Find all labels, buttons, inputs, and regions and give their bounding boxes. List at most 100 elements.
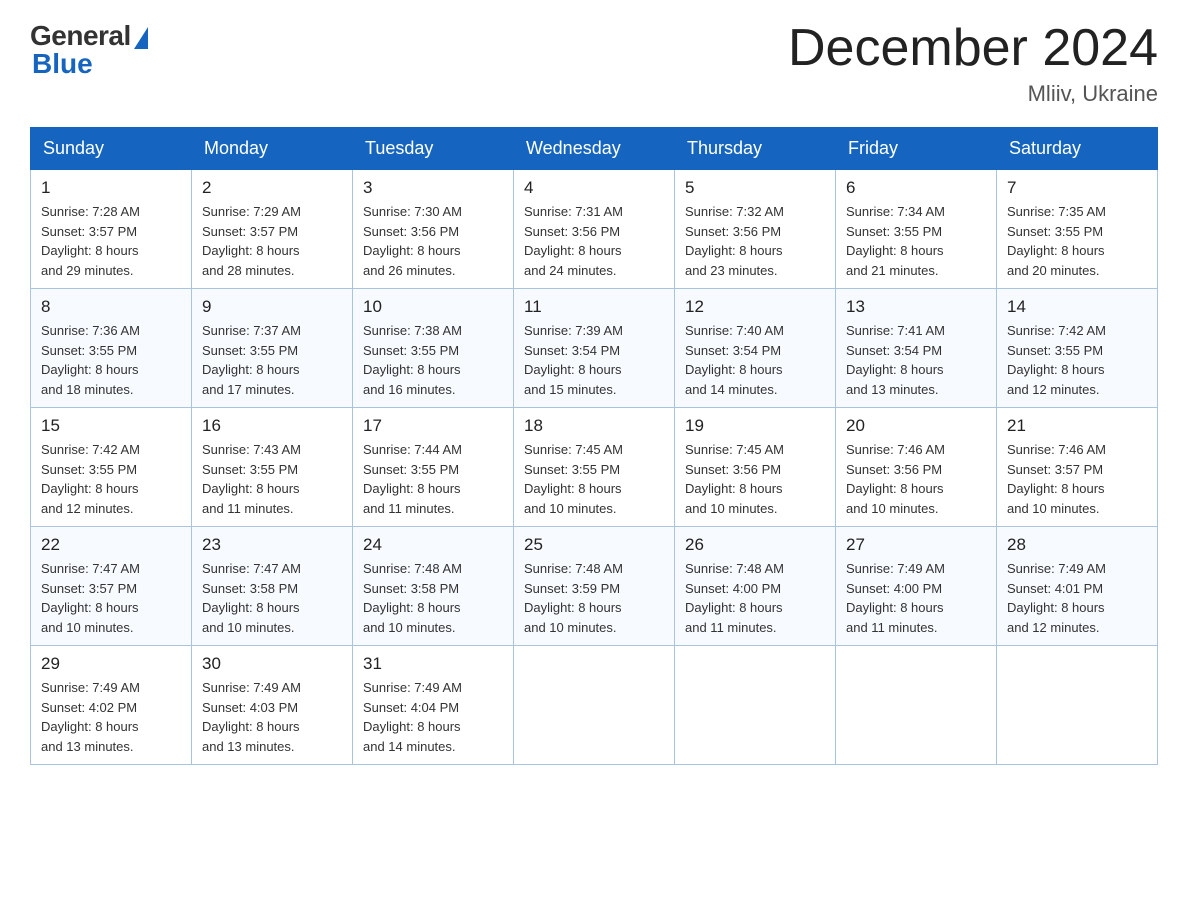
day-number: 3	[363, 178, 503, 198]
calendar-cell: 3 Sunrise: 7:30 AMSunset: 3:56 PMDaylight…	[353, 170, 514, 289]
calendar-cell: 15 Sunrise: 7:42 AMSunset: 3:55 PMDayligh…	[31, 408, 192, 527]
day-info: Sunrise: 7:29 AMSunset: 3:57 PMDaylight:…	[202, 202, 342, 280]
day-number: 24	[363, 535, 503, 555]
calendar-cell: 30 Sunrise: 7:49 AMSunset: 4:03 PMDayligh…	[192, 646, 353, 765]
day-number: 19	[685, 416, 825, 436]
day-number: 9	[202, 297, 342, 317]
day-info: Sunrise: 7:46 AMSunset: 3:57 PMDaylight:…	[1007, 440, 1147, 518]
day-number: 7	[1007, 178, 1147, 198]
calendar-cell: 2 Sunrise: 7:29 AMSunset: 3:57 PMDaylight…	[192, 170, 353, 289]
weekday-header-friday: Friday	[836, 128, 997, 170]
day-info: Sunrise: 7:42 AMSunset: 3:55 PMDaylight:…	[1007, 321, 1147, 399]
calendar-cell: 11Sunrise: 7:39 AMSunset: 3:54 PMDayligh…	[514, 289, 675, 408]
month-title: December 2024	[788, 20, 1158, 77]
calendar-cell: 6Sunrise: 7:34 AMSunset: 3:55 PMDaylight…	[836, 170, 997, 289]
calendar-cell: 7 Sunrise: 7:35 AMSunset: 3:55 PMDaylight…	[997, 170, 1158, 289]
day-info: Sunrise: 7:35 AMSunset: 3:55 PMDaylight:…	[1007, 202, 1147, 280]
calendar-cell	[997, 646, 1158, 765]
day-info: Sunrise: 7:49 AMSunset: 4:00 PMDaylight:…	[846, 559, 986, 637]
day-number: 21	[1007, 416, 1147, 436]
location-title: Mliiv, Ukraine	[788, 81, 1158, 107]
calendar-cell: 9 Sunrise: 7:37 AMSunset: 3:55 PMDaylight…	[192, 289, 353, 408]
calendar-cell: 14Sunrise: 7:42 AMSunset: 3:55 PMDayligh…	[997, 289, 1158, 408]
logo: General Blue	[30, 20, 148, 80]
calendar-week-2: 8 Sunrise: 7:36 AMSunset: 3:55 PMDaylight…	[31, 289, 1158, 408]
calendar-cell: 18 Sunrise: 7:45 AMSunset: 3:55 PMDayligh…	[514, 408, 675, 527]
weekday-header-thursday: Thursday	[675, 128, 836, 170]
day-number: 12	[685, 297, 825, 317]
calendar-cell	[514, 646, 675, 765]
day-info: Sunrise: 7:38 AMSunset: 3:55 PMDaylight:…	[363, 321, 503, 399]
day-info: Sunrise: 7:41 AMSunset: 3:54 PMDaylight:…	[846, 321, 986, 399]
calendar-cell: 24 Sunrise: 7:48 AMSunset: 3:58 PMDayligh…	[353, 527, 514, 646]
day-number: 10	[363, 297, 503, 317]
calendar-cell: 5Sunrise: 7:32 AMSunset: 3:56 PMDaylight…	[675, 170, 836, 289]
page-header: General Blue December 2024 Mliiv, Ukrain…	[30, 20, 1158, 107]
day-info: Sunrise: 7:36 AMSunset: 3:55 PMDaylight:…	[41, 321, 181, 399]
day-number: 17	[363, 416, 503, 436]
day-info: Sunrise: 7:42 AMSunset: 3:55 PMDaylight:…	[41, 440, 181, 518]
weekday-header-monday: Monday	[192, 128, 353, 170]
day-info: Sunrise: 7:32 AMSunset: 3:56 PMDaylight:…	[685, 202, 825, 280]
day-number: 2	[202, 178, 342, 198]
calendar-cell: 16 Sunrise: 7:43 AMSunset: 3:55 PMDayligh…	[192, 408, 353, 527]
day-info: Sunrise: 7:45 AMSunset: 3:56 PMDaylight:…	[685, 440, 825, 518]
logo-arrow-icon	[134, 27, 148, 49]
day-number: 4	[524, 178, 664, 198]
calendar-cell: 4 Sunrise: 7:31 AMSunset: 3:56 PMDaylight…	[514, 170, 675, 289]
calendar-cell: 23Sunrise: 7:47 AMSunset: 3:58 PMDayligh…	[192, 527, 353, 646]
day-info: Sunrise: 7:47 AMSunset: 3:57 PMDaylight:…	[41, 559, 181, 637]
day-number: 28	[1007, 535, 1147, 555]
calendar-table: SundayMondayTuesdayWednesdayThursdayFrid…	[30, 127, 1158, 765]
day-info: Sunrise: 7:43 AMSunset: 3:55 PMDaylight:…	[202, 440, 342, 518]
weekday-header-sunday: Sunday	[31, 128, 192, 170]
day-number: 25	[524, 535, 664, 555]
day-info: Sunrise: 7:49 AMSunset: 4:01 PMDaylight:…	[1007, 559, 1147, 637]
day-info: Sunrise: 7:40 AMSunset: 3:54 PMDaylight:…	[685, 321, 825, 399]
day-info: Sunrise: 7:45 AMSunset: 3:55 PMDaylight:…	[524, 440, 664, 518]
day-number: 1	[41, 178, 181, 198]
day-info: Sunrise: 7:46 AMSunset: 3:56 PMDaylight:…	[846, 440, 986, 518]
weekday-header-saturday: Saturday	[997, 128, 1158, 170]
day-number: 13	[846, 297, 986, 317]
day-info: Sunrise: 7:39 AMSunset: 3:54 PMDaylight:…	[524, 321, 664, 399]
day-number: 22	[41, 535, 181, 555]
calendar-cell: 20Sunrise: 7:46 AMSunset: 3:56 PMDayligh…	[836, 408, 997, 527]
calendar-cell: 17Sunrise: 7:44 AMSunset: 3:55 PMDayligh…	[353, 408, 514, 527]
calendar-cell: 29Sunrise: 7:49 AMSunset: 4:02 PMDayligh…	[31, 646, 192, 765]
calendar-cell: 8 Sunrise: 7:36 AMSunset: 3:55 PMDaylight…	[31, 289, 192, 408]
day-info: Sunrise: 7:49 AMSunset: 4:04 PMDaylight:…	[363, 678, 503, 756]
day-info: Sunrise: 7:28 AMSunset: 3:57 PMDaylight:…	[41, 202, 181, 280]
calendar-cell: 1 Sunrise: 7:28 AMSunset: 3:57 PMDaylight…	[31, 170, 192, 289]
day-info: Sunrise: 7:34 AMSunset: 3:55 PMDaylight:…	[846, 202, 986, 280]
day-info: Sunrise: 7:31 AMSunset: 3:56 PMDaylight:…	[524, 202, 664, 280]
day-number: 30	[202, 654, 342, 674]
day-info: Sunrise: 7:49 AMSunset: 4:03 PMDaylight:…	[202, 678, 342, 756]
calendar-cell: 31Sunrise: 7:49 AMSunset: 4:04 PMDayligh…	[353, 646, 514, 765]
calendar-cell: 19 Sunrise: 7:45 AMSunset: 3:56 PMDayligh…	[675, 408, 836, 527]
calendar-cell: 28 Sunrise: 7:49 AMSunset: 4:01 PMDayligh…	[997, 527, 1158, 646]
day-number: 18	[524, 416, 664, 436]
calendar-week-1: 1 Sunrise: 7:28 AMSunset: 3:57 PMDaylight…	[31, 170, 1158, 289]
day-info: Sunrise: 7:48 AMSunset: 3:58 PMDaylight:…	[363, 559, 503, 637]
calendar-cell	[675, 646, 836, 765]
calendar-cell	[836, 646, 997, 765]
day-number: 27	[846, 535, 986, 555]
day-number: 16	[202, 416, 342, 436]
calendar-cell: 26Sunrise: 7:48 AMSunset: 4:00 PMDayligh…	[675, 527, 836, 646]
calendar-cell: 21 Sunrise: 7:46 AMSunset: 3:57 PMDayligh…	[997, 408, 1158, 527]
weekday-header-wednesday: Wednesday	[514, 128, 675, 170]
day-number: 15	[41, 416, 181, 436]
day-info: Sunrise: 7:37 AMSunset: 3:55 PMDaylight:…	[202, 321, 342, 399]
calendar-cell: 12 Sunrise: 7:40 AMSunset: 3:54 PMDayligh…	[675, 289, 836, 408]
day-number: 29	[41, 654, 181, 674]
calendar-cell: 27 Sunrise: 7:49 AMSunset: 4:00 PMDayligh…	[836, 527, 997, 646]
day-info: Sunrise: 7:30 AMSunset: 3:56 PMDaylight:…	[363, 202, 503, 280]
day-info: Sunrise: 7:48 AMSunset: 4:00 PMDaylight:…	[685, 559, 825, 637]
day-number: 23	[202, 535, 342, 555]
calendar-week-5: 29Sunrise: 7:49 AMSunset: 4:02 PMDayligh…	[31, 646, 1158, 765]
calendar-cell: 25Sunrise: 7:48 AMSunset: 3:59 PMDayligh…	[514, 527, 675, 646]
calendar-week-3: 15 Sunrise: 7:42 AMSunset: 3:55 PMDayligh…	[31, 408, 1158, 527]
logo-blue-text: Blue	[32, 48, 93, 80]
day-number: 8	[41, 297, 181, 317]
